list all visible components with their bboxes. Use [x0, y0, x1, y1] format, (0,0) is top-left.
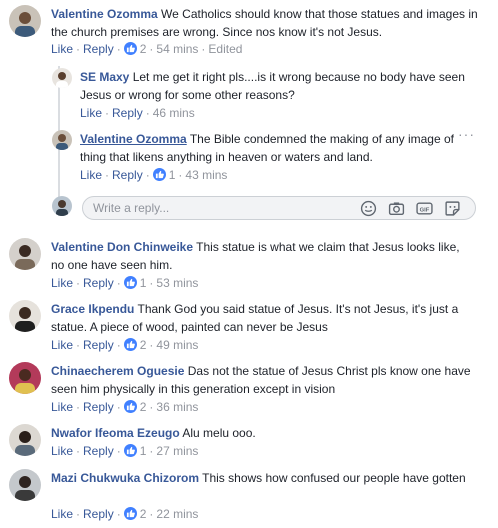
comment-actions: Like · Reply · 1 · 43 mins [80, 168, 228, 182]
timestamp[interactable]: 36 mins [156, 400, 198, 414]
comment-actions: Like · Reply · 1 · 27 mins [51, 444, 199, 458]
comment-actions: Like · Reply · 2 · 49 mins [51, 338, 199, 352]
like-icon [123, 400, 137, 413]
like-icon [123, 507, 137, 520]
like-button[interactable]: Like [51, 42, 73, 56]
timestamp[interactable]: 22 mins [156, 507, 198, 521]
timestamp[interactable]: 27 mins [156, 444, 198, 458]
reply-button[interactable]: Reply [83, 338, 114, 352]
comment-author[interactable]: Valentine Ozomma [80, 132, 187, 146]
camera-icon[interactable] [388, 200, 405, 217]
comment-text: Alu melu ooo. [182, 426, 256, 440]
like-icon [123, 276, 137, 289]
reply-input-box[interactable]: GIF [82, 196, 476, 220]
comment-author[interactable]: Chinaecherem Oguesie [51, 364, 184, 378]
comment-text: This shows how confused our people have … [202, 471, 466, 485]
avatar[interactable] [9, 238, 41, 270]
comment-author[interactable]: Grace Ikpendu [51, 302, 134, 316]
sticker-icon[interactable] [444, 200, 461, 217]
comment-actions: Like · Reply · 46 mins [80, 106, 195, 120]
svg-text:GIF: GIF [420, 207, 430, 213]
like-button[interactable]: Like [51, 507, 73, 521]
more-options-icon[interactable]: ··· [458, 126, 475, 142]
comment-actions: Like · Reply · 2 · 54 mins · Edited [51, 42, 243, 56]
reply-button[interactable]: Reply [112, 168, 143, 182]
reply-button[interactable]: Reply [83, 42, 114, 56]
reply-input[interactable] [93, 201, 343, 215]
like-button[interactable]: Like [80, 168, 102, 182]
like-button[interactable]: Like [80, 106, 102, 120]
timestamp[interactable]: 43 mins [185, 168, 227, 182]
reply-button[interactable]: Reply [83, 444, 114, 458]
avatar[interactable] [9, 362, 41, 394]
edited-label[interactable]: Edited [208, 42, 242, 56]
emoji-icon[interactable] [360, 200, 377, 217]
like-button[interactable]: Like [51, 276, 73, 290]
avatar[interactable] [9, 424, 41, 456]
avatar[interactable] [9, 5, 41, 37]
avatar[interactable] [52, 68, 72, 88]
like-button[interactable]: Like [51, 338, 73, 352]
timestamp[interactable]: 53 mins [156, 276, 198, 290]
gif-icon[interactable]: GIF [416, 200, 433, 217]
avatar[interactable] [9, 469, 41, 501]
comment-text: Let me get it right pls....is it wrong b… [80, 70, 465, 102]
current-user-avatar [52, 196, 72, 216]
like-icon [152, 168, 166, 181]
like-icon [123, 42, 137, 55]
comment-author[interactable]: SE Maxy [80, 70, 129, 84]
reply-button[interactable]: Reply [112, 106, 143, 120]
like-icon [123, 338, 137, 351]
timestamp[interactable]: 54 mins [156, 42, 198, 56]
timestamp[interactable]: 46 mins [153, 106, 195, 120]
timestamp[interactable]: 49 mins [156, 338, 198, 352]
comment-author[interactable]: Nwafor Ifeoma Ezeugo [51, 426, 180, 440]
like-icon [123, 444, 137, 457]
comment-author[interactable]: Valentine Don Chinweike [51, 240, 193, 254]
comment-actions: Like · Reply · 2 · 36 mins [51, 400, 199, 414]
reply-button[interactable]: Reply [83, 400, 114, 414]
comment-actions: Like · Reply · 2 · 22 mins [51, 507, 199, 521]
comment-actions: Like · Reply · 1 · 53 mins [51, 276, 199, 290]
avatar[interactable] [52, 130, 72, 150]
reply-button[interactable]: Reply [83, 507, 114, 521]
comment-author[interactable]: Mazi Chukwuka Chizorom [51, 471, 199, 485]
like-button[interactable]: Like [51, 400, 73, 414]
avatar[interactable] [9, 300, 41, 332]
reply-button[interactable]: Reply [83, 276, 114, 290]
comment-author[interactable]: Valentine Ozomma [51, 7, 158, 21]
like-button[interactable]: Like [51, 444, 73, 458]
